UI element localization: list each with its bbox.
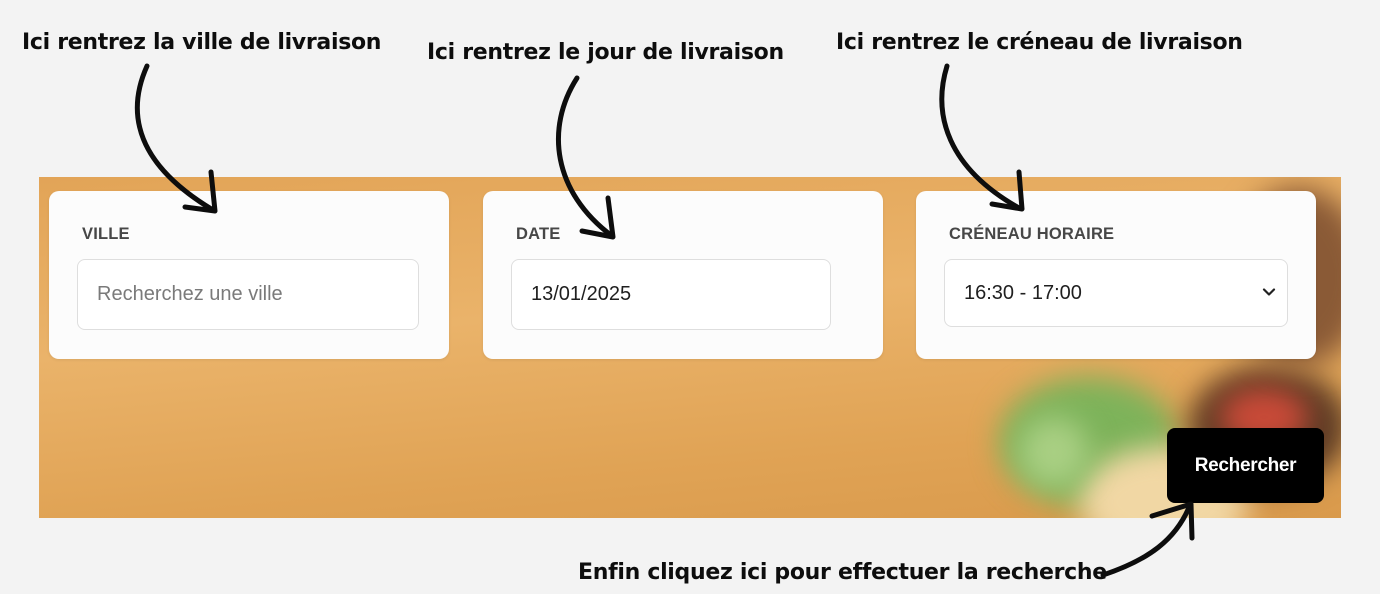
slot-label: CRÉNEAU HORAIRE: [949, 225, 1115, 243]
food-blur-decoration: [1019, 417, 1089, 487]
chevron-down-icon: [1262, 288, 1276, 296]
ville-label: VILLE: [82, 225, 130, 243]
date-input[interactable]: 13/01/2025: [511, 259, 831, 330]
search-button[interactable]: Rechercher: [1167, 428, 1324, 503]
ville-placeholder: Recherchez une ville: [97, 283, 283, 305]
annotation-date: Ici rentrez le jour de livraison: [427, 40, 784, 65]
ville-card: VILLE Recherchez une ville: [49, 191, 449, 359]
ville-input[interactable]: Recherchez une ville: [77, 259, 419, 330]
annotation-slot: Ici rentrez le créneau de livraison: [836, 30, 1243, 55]
date-card: DATE 13/01/2025: [483, 191, 883, 359]
date-label: DATE: [516, 225, 561, 243]
search-banner: VILLE Recherchez une ville DATE 13/01/20…: [39, 177, 1341, 518]
slot-value: 16:30 - 17:00: [964, 281, 1082, 304]
annotation-search: Enfin cliquez ici pour effectuer la rech…: [578, 560, 1107, 585]
date-value: 13/01/2025: [531, 283, 632, 305]
slot-card: CRÉNEAU HORAIRE 16:30 - 17:00: [916, 191, 1316, 359]
slot-select[interactable]: 16:30 - 17:00: [944, 259, 1288, 327]
annotation-ville: Ici rentrez la ville de livraison: [22, 30, 382, 55]
